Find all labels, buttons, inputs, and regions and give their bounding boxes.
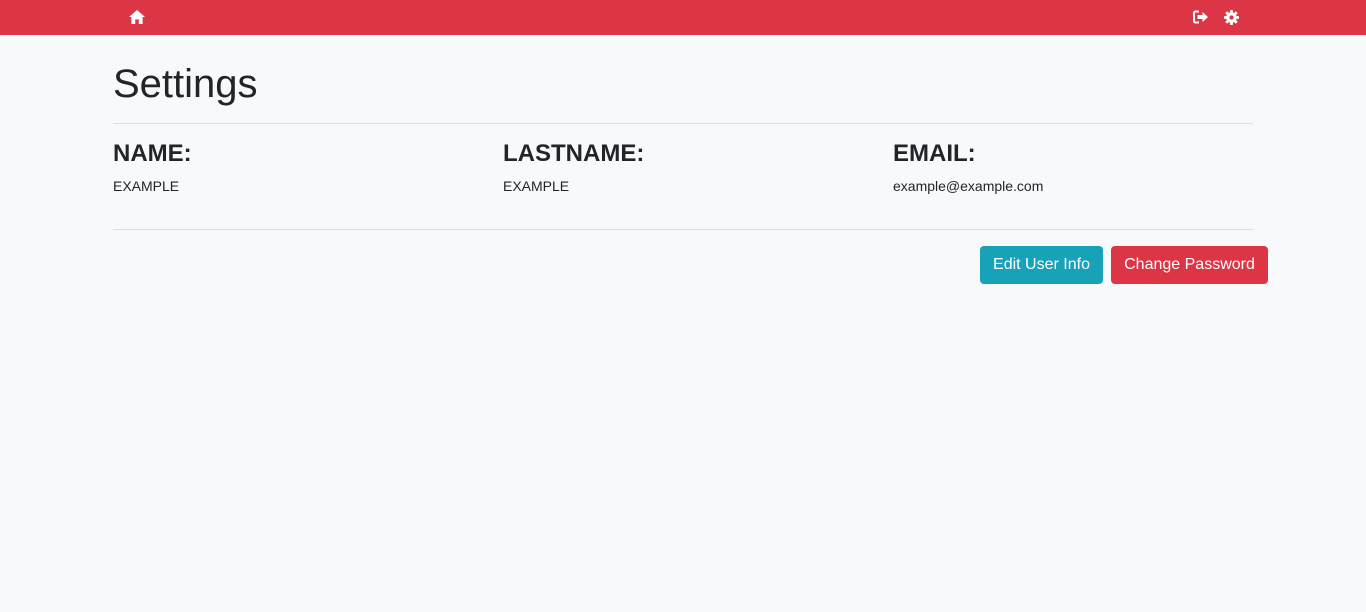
change-password-button[interactable]: Change Password [1111,246,1268,284]
lastname-section: LASTNAME: EXAMPLE [503,139,863,194]
gear-icon[interactable] [1222,8,1240,26]
email-label: EMAIL: [893,140,976,167]
page-title: Settings [113,62,258,106]
email-section: EMAIL: example@example.com [893,139,1253,194]
name-section: NAME: EXAMPLE [113,139,473,194]
email-value: example@example.com [893,178,1044,194]
top-navbar [0,0,1366,35]
top-divider [113,123,1253,124]
name-value: EXAMPLE [113,178,180,194]
home-icon[interactable] [128,8,146,26]
lastname-value: EXAMPLE [503,178,570,194]
edit-user-info-button[interactable]: Edit User Info [980,246,1103,284]
bottom-divider [113,229,1253,230]
name-label: NAME: [113,140,192,167]
lastname-label: LASTNAME: [503,140,645,167]
sign-out-icon[interactable] [1192,8,1210,26]
